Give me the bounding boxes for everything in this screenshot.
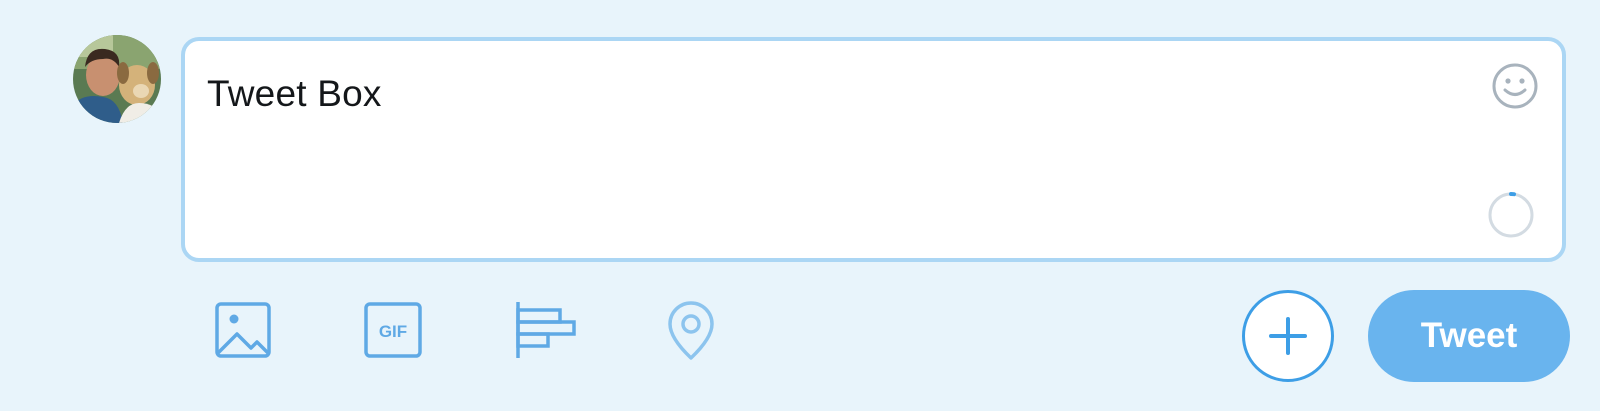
gif-label: GIF: [379, 322, 407, 341]
location-icon[interactable]: [660, 300, 722, 362]
character-counter-icon: [1486, 190, 1536, 240]
emoji-icon[interactable]: [1490, 61, 1540, 111]
add-tweet-button[interactable]: [1242, 290, 1334, 382]
avatar[interactable]: [73, 35, 161, 123]
plus-icon: [1269, 317, 1307, 355]
tweet-text[interactable]: Tweet Box: [207, 73, 382, 115]
tweet-button[interactable]: Tweet: [1368, 290, 1570, 382]
image-icon[interactable]: [213, 300, 275, 362]
gif-icon[interactable]: GIF: [362, 300, 424, 362]
avatar-photo: [73, 35, 161, 123]
poll-icon[interactable]: [514, 300, 576, 362]
tweet-compose-box[interactable]: Tweet Box: [181, 37, 1566, 262]
